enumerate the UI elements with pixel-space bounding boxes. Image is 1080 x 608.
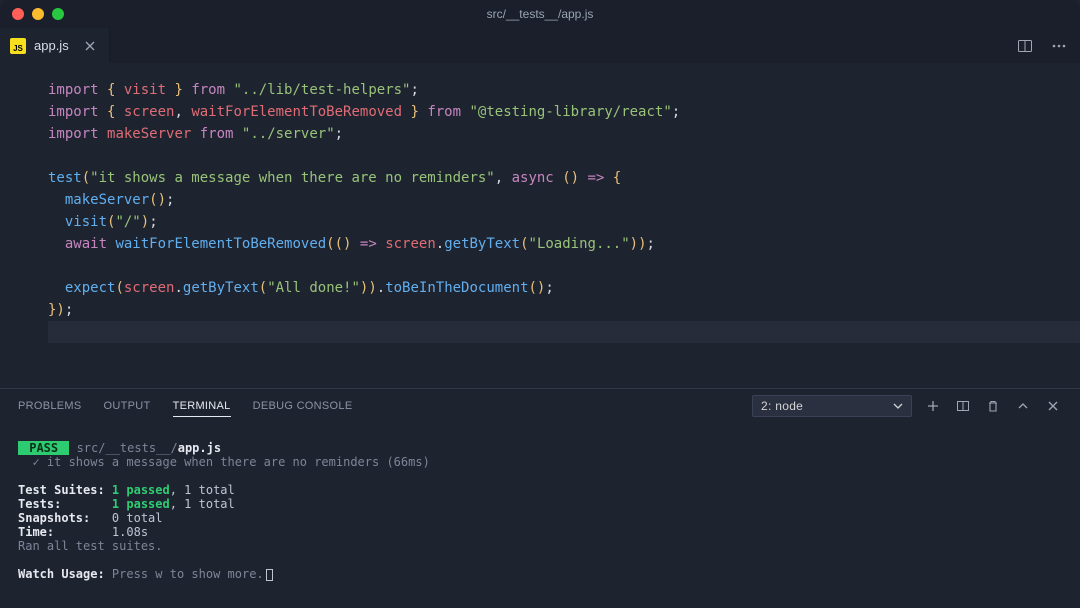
terminal-output[interactable]: PASS src/__tests__/app.js ✓ it shows a m… <box>0 423 1080 591</box>
code-editor[interactable]: import { visit } from "../lib/test-helpe… <box>0 63 1080 388</box>
code-line: await waitForElementToBeRemoved(() => sc… <box>48 233 1080 255</box>
code-line <box>48 255 1080 277</box>
code-line <box>48 321 1080 343</box>
code-line: import { screen, waitForElementToBeRemov… <box>48 101 1080 123</box>
editor-actions <box>1016 28 1080 63</box>
bottom-panel: PROBLEMS OUTPUT TERMINAL DEBUG CONSOLE 2: n… <box>0 388 1080 608</box>
code-line: makeServer(); <box>48 189 1080 211</box>
close-window-button[interactable] <box>12 8 24 20</box>
code-line: visit("/"); <box>48 211 1080 233</box>
code-line <box>48 145 1080 167</box>
panel-tab-output[interactable]: OUTPUT <box>104 400 151 412</box>
code-line: }); <box>48 299 1080 321</box>
titlebar: src/__tests__/app.js <box>0 0 1080 28</box>
panel-tab-terminal[interactable]: TERMINAL <box>173 400 231 417</box>
terminal-selector[interactable]: 2: node <box>752 395 912 417</box>
code-line: import makeServer from "../server"; <box>48 123 1080 145</box>
split-terminal-button[interactable] <box>954 397 972 415</box>
js-file-icon: JS <box>10 38 26 54</box>
chevron-down-icon <box>893 401 903 411</box>
split-editor-icon[interactable] <box>1016 37 1034 55</box>
close-panel-button[interactable] <box>1044 397 1062 415</box>
kill-terminal-button[interactable] <box>984 397 1002 415</box>
window-title: src/__tests__/app.js <box>487 7 594 21</box>
close-tab-button[interactable] <box>81 37 99 55</box>
code-line: expect(screen.getByText("All done!")).to… <box>48 277 1080 299</box>
tab-filename: app.js <box>34 38 69 53</box>
maximize-panel-button[interactable] <box>1014 397 1032 415</box>
editor-tab-app-js[interactable]: JS app.js <box>0 28 110 63</box>
editor-tab-bar: JS app.js <box>0 28 1080 63</box>
minimize-window-button[interactable] <box>32 8 44 20</box>
code-line: import { visit } from "../lib/test-helpe… <box>48 79 1080 101</box>
new-terminal-button[interactable] <box>924 397 942 415</box>
panel-tab-bar: PROBLEMS OUTPUT TERMINAL DEBUG CONSOLE 2: n… <box>0 389 1080 423</box>
maximize-window-button[interactable] <box>52 8 64 20</box>
panel-tab-problems[interactable]: PROBLEMS <box>18 400 82 412</box>
code-line: test("it shows a message when there are … <box>48 167 1080 189</box>
terminal-selector-value: 2: node <box>761 399 803 413</box>
panel-tab-debug-console[interactable]: DEBUG CONSOLE <box>253 400 353 412</box>
more-actions-icon[interactable] <box>1050 37 1068 55</box>
panel-actions: 2: node <box>752 395 1062 417</box>
traffic-lights <box>0 8 64 20</box>
